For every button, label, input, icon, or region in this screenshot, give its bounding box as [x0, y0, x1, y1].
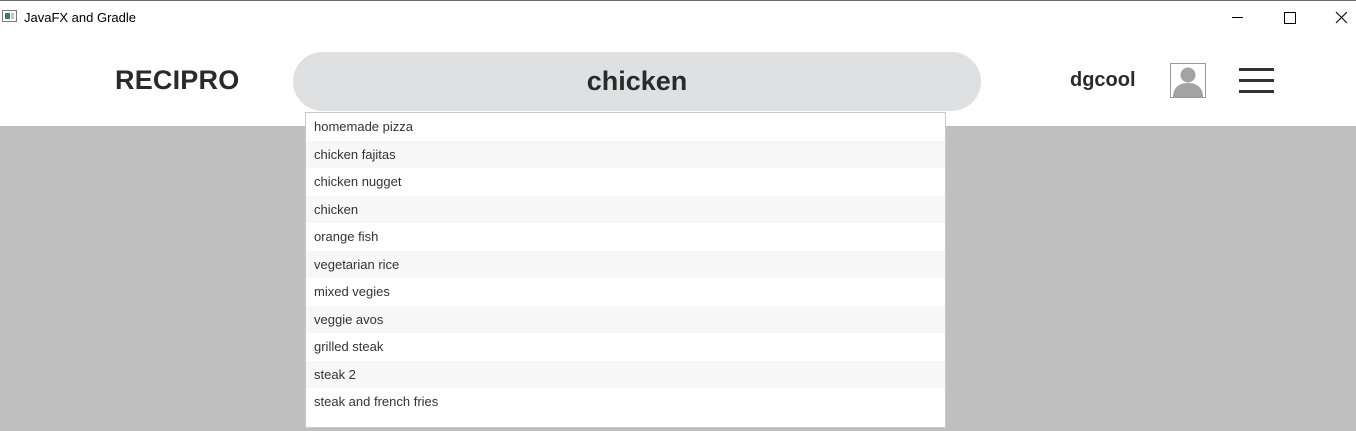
minimize-button[interactable]: [1216, 1, 1262, 35]
user-avatar-icon[interactable]: [1170, 63, 1206, 98]
suggestion-item[interactable]: chicken: [306, 195, 945, 223]
app-logo[interactable]: RECIPRO: [115, 65, 239, 96]
suggestion-item[interactable]: grilled steak: [306, 333, 945, 361]
window-title-bar[interactable]: JavaFX and Gradle: [0, 0, 1356, 34]
maximize-button[interactable]: [1266, 1, 1312, 35]
suggestion-item[interactable]: chicken fajitas: [306, 140, 945, 168]
minimize-icon: [1232, 17, 1243, 18]
app-window: JavaFX and Gradle RECIPRO dgcool: [0, 0, 1356, 431]
suggestion-item[interactable]: veggie avos: [306, 305, 945, 333]
suggestion-item[interactable]: homemade pizza: [306, 113, 945, 141]
suggestion-item[interactable]: steak 2: [306, 360, 945, 388]
search-input[interactable]: [293, 52, 981, 111]
javafx-window-icon: [2, 10, 17, 22]
search-bar[interactable]: [293, 52, 981, 111]
maximize-icon: [1284, 12, 1296, 24]
close-icon: [1335, 11, 1348, 24]
close-button[interactable]: [1318, 1, 1356, 35]
suggestion-item[interactable]: orange fish: [306, 223, 945, 251]
suggestion-item[interactable]: chicken nugget: [306, 168, 945, 196]
window-title: JavaFX and Gradle: [24, 10, 137, 25]
suggestion-item[interactable]: mixed vegies: [306, 278, 945, 306]
suggestion-item[interactable]: steak and french fries: [306, 388, 945, 416]
suggestion-item[interactable]: vegetarian rice: [306, 250, 945, 278]
username-label[interactable]: dgcool: [1070, 69, 1136, 92]
search-suggestions-dropdown[interactable]: homemade pizza chicken fajitas chicken nug…: [305, 112, 946, 428]
hamburger-menu-icon[interactable]: [1239, 67, 1275, 95]
